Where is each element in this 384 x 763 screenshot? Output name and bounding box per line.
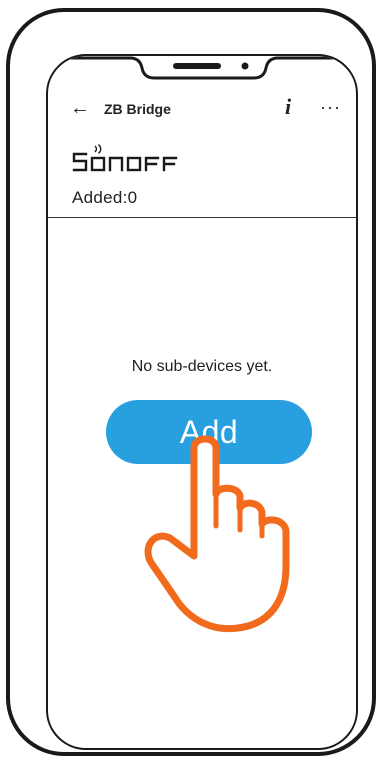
header-divider <box>48 217 356 218</box>
page-title: ZB Bridge <box>104 101 171 117</box>
phone-screen: ← ZB Bridge i ··· Added:0 No sub-devices… <box>46 54 358 750</box>
add-button[interactable]: Add <box>106 400 312 464</box>
phone-notch <box>48 56 356 80</box>
app-top-bar: ← ZB Bridge i ··· <box>48 96 356 126</box>
sonoff-logo <box>72 144 178 172</box>
camera-dot <box>241 62 249 70</box>
arrow-left-icon[interactable]: ← <box>70 98 90 118</box>
more-icon[interactable]: ··· <box>320 97 341 118</box>
empty-state-message: No sub-devices yet. <box>131 358 273 375</box>
speaker-slot <box>173 63 221 69</box>
phone-frame: ← ZB Bridge i ··· Added:0 No sub-devices… <box>6 8 376 756</box>
added-count: Added:0 <box>72 188 138 207</box>
info-icon[interactable]: i <box>285 96 291 118</box>
wifi-signal-icon <box>94 144 102 154</box>
